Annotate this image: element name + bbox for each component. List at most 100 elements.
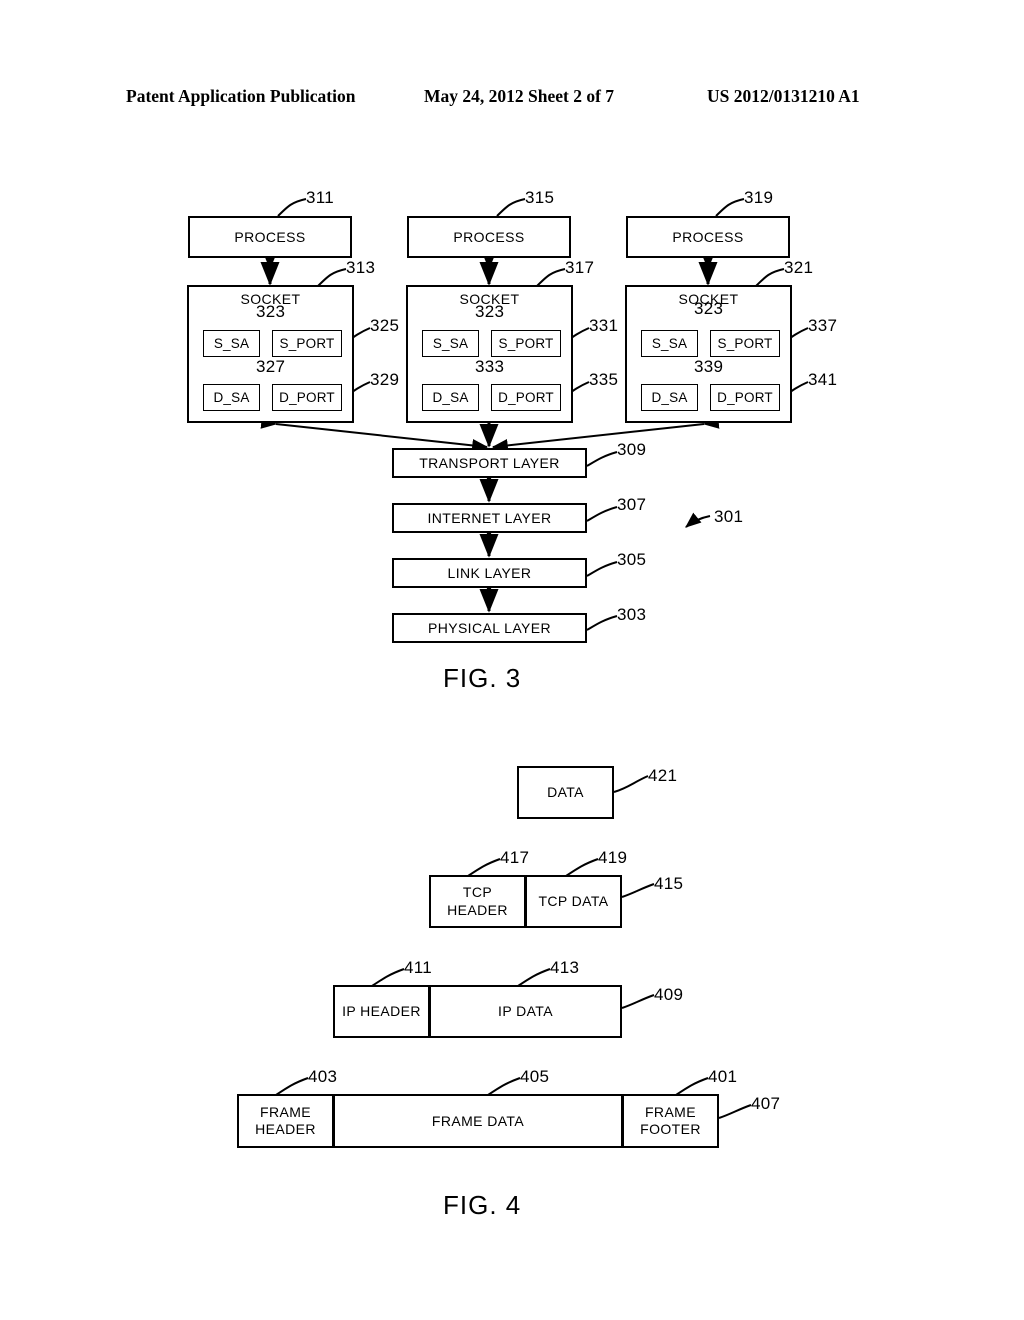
field-s-sa[interactable]: S_SA xyxy=(422,330,479,357)
ref-331: 331 xyxy=(589,316,619,335)
ref-307: 307 xyxy=(617,495,647,514)
field-s-port[interactable]: S_PORT xyxy=(272,330,342,357)
field-s-port[interactable]: S_PORT xyxy=(491,330,561,357)
figure-4-caption: FIG. 4 xyxy=(443,1190,522,1220)
field-label: D_SA xyxy=(651,390,688,405)
field-s-sa[interactable]: S_SA xyxy=(203,330,260,357)
packet-cell-ip-data[interactable]: IP DATA xyxy=(429,985,622,1038)
header-date-sheet: May 24, 2012 Sheet 2 of 7 xyxy=(424,86,615,106)
field-d-sa[interactable]: D_SA xyxy=(422,384,479,411)
field-label: S_SA xyxy=(651,336,688,351)
cell-label: IP HEADER xyxy=(342,1003,421,1020)
ref-337: 337 xyxy=(808,316,838,335)
field-label: S_PORT xyxy=(717,336,773,351)
ref-335: 335 xyxy=(589,370,619,389)
cell-label-line1: TCP xyxy=(462,884,493,900)
cell-label: FRAME DATA xyxy=(431,1112,525,1129)
packet-cell-frame-data[interactable]: FRAME DATA xyxy=(333,1094,623,1148)
ref-409: 409 xyxy=(654,985,684,1004)
layer-label: LINK LAYER xyxy=(447,564,532,581)
field-label: S_PORT xyxy=(498,336,554,351)
layer-box-internet[interactable]: INTERNET LAYER xyxy=(392,503,587,533)
cell-label: TCP HEADER xyxy=(447,884,508,919)
ref-311: 311 xyxy=(306,188,335,207)
cell-label: TCP DATA xyxy=(538,893,609,910)
packet-cell-tcp-header[interactable]: TCP HEADER xyxy=(429,875,526,928)
layer-box-link[interactable]: LINK LAYER xyxy=(392,558,587,588)
ref-421: 421 xyxy=(648,766,678,785)
process-box-315[interactable]: PROCESS xyxy=(407,216,571,258)
packet-cell-frame-footer[interactable]: FRAME FOOTER xyxy=(622,1094,719,1148)
process-box-311[interactable]: PROCESS xyxy=(188,216,352,258)
cell-label: IP DATA xyxy=(498,1003,553,1020)
field-label: D_PORT xyxy=(279,390,335,405)
field-label: S_PORT xyxy=(279,336,335,351)
field-d-sa[interactable]: D_SA xyxy=(641,384,698,411)
cell-label: DATA xyxy=(547,784,584,801)
packet-cell-data[interactable]: DATA xyxy=(517,766,614,819)
field-label: D_SA xyxy=(213,390,250,405)
ref-413: 413 xyxy=(550,958,580,977)
ref-309: 309 xyxy=(617,440,647,459)
field-label: D_PORT xyxy=(498,390,554,405)
ref-323-col1: 323 xyxy=(256,302,286,321)
field-d-port[interactable]: D_PORT xyxy=(272,384,342,411)
layer-box-physical[interactable]: PHYSICAL LAYER xyxy=(392,613,587,643)
packet-cell-frame-header[interactable]: FRAME HEADER xyxy=(237,1094,334,1148)
ref-325: 325 xyxy=(370,316,400,335)
ref-329: 329 xyxy=(370,370,400,389)
cell-label-line1: FRAME xyxy=(260,1103,311,1120)
ref-405: 405 xyxy=(520,1067,550,1086)
ref-319: 319 xyxy=(744,188,774,207)
field-label: D_PORT xyxy=(717,390,773,405)
layer-label: INTERNET LAYER xyxy=(427,509,552,526)
layer-label: TRANSPORT LAYER xyxy=(419,454,560,471)
ref-301: 301 xyxy=(714,507,744,526)
process-label: PROCESS xyxy=(234,228,306,245)
ref-305: 305 xyxy=(617,550,647,569)
ref-339: 339 xyxy=(694,357,724,376)
header-publication-title: Patent Application Publication xyxy=(126,86,356,106)
field-s-port[interactable]: S_PORT xyxy=(710,330,780,357)
layer-label: PHYSICAL LAYER xyxy=(427,619,552,636)
cell-label-line1: FRAME xyxy=(644,1103,696,1120)
ref-407: 407 xyxy=(751,1094,781,1113)
cell-label: FRAME FOOTER xyxy=(640,1104,701,1139)
ref-317: 317 xyxy=(565,258,595,277)
process-label: PROCESS xyxy=(453,228,525,245)
cell-label-line2: HEADER xyxy=(255,1121,316,1137)
figure-3-caption: FIG. 3 xyxy=(443,663,522,693)
process-box-319[interactable]: PROCESS xyxy=(626,216,790,258)
ref-411: 411 xyxy=(404,958,433,977)
field-label: S_SA xyxy=(432,336,469,351)
cell-label-line2: FOOTER xyxy=(640,1121,701,1137)
ref-419: 419 xyxy=(598,848,628,867)
ref-323-col2: 323 xyxy=(475,302,505,321)
ref-315: 315 xyxy=(525,188,555,207)
ref-403: 403 xyxy=(308,1067,338,1086)
field-d-port[interactable]: D_PORT xyxy=(710,384,780,411)
patent-header: Patent Application Publication May 24, 2… xyxy=(0,86,1024,116)
ref-341: 341 xyxy=(808,370,838,389)
field-label: S_SA xyxy=(213,336,250,351)
process-label: PROCESS xyxy=(672,228,744,245)
field-d-port[interactable]: D_PORT xyxy=(491,384,561,411)
packet-cell-ip-header[interactable]: IP HEADER xyxy=(333,985,430,1038)
ref-401: 401 xyxy=(708,1067,738,1086)
ref-323-col3: 323 xyxy=(694,299,724,318)
cell-label-line2: HEADER xyxy=(447,901,508,918)
field-s-sa[interactable]: S_SA xyxy=(641,330,698,357)
ref-303: 303 xyxy=(617,605,647,624)
cell-label: FRAME HEADER xyxy=(255,1104,316,1139)
packet-cell-tcp-data[interactable]: TCP DATA xyxy=(525,875,622,928)
field-label: D_SA xyxy=(432,390,469,405)
field-d-sa[interactable]: D_SA xyxy=(203,384,260,411)
ref-327: 327 xyxy=(256,357,286,376)
ref-313: 313 xyxy=(346,258,376,277)
ref-333: 333 xyxy=(475,357,505,376)
ref-415: 415 xyxy=(654,874,684,893)
ref-417: 417 xyxy=(500,848,530,867)
ref-321: 321 xyxy=(784,258,814,277)
layer-box-transport[interactable]: TRANSPORT LAYER xyxy=(392,448,587,478)
header-patent-number: US 2012/0131210 A1 xyxy=(707,86,860,106)
